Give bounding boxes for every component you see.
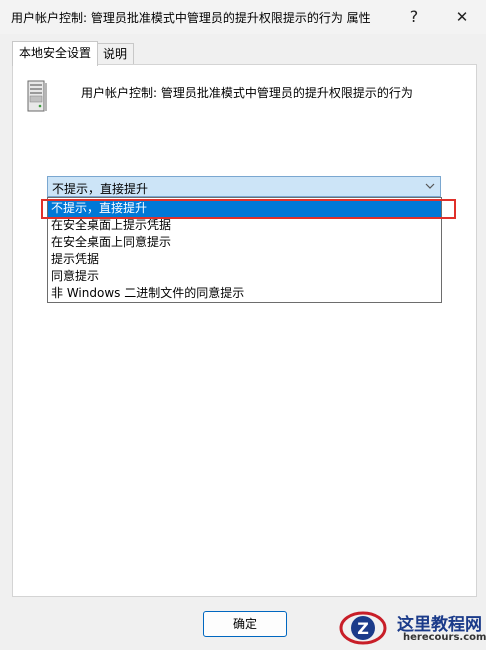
tab-explain[interactable]: 说明 <box>96 43 135 64</box>
policy-title: 用户帐户控制: 管理员批准模式中管理员的提升权限提示的行为 <box>81 86 413 100</box>
option-consent-non-windows[interactable]: 非 Windows 二进制文件的同意提示 <box>48 285 441 302</box>
close-icon: ✕ <box>455 8 469 26</box>
help-icon: ? <box>409 7 419 26</box>
option-prompt-credentials[interactable]: 提示凭据 <box>48 251 441 268</box>
option-prompt-credentials-secure[interactable]: 在安全桌面上提示凭据 <box>48 217 441 234</box>
watermark-logo-icon: Z <box>339 611 387 645</box>
select-value: 不提示，直接提升 <box>52 182 149 196</box>
tab-panel <box>12 64 477 597</box>
title-bar: 用户帐户控制: 管理员批准模式中管理员的提升权限提示的行为 属性 ? ✕ <box>0 0 486 34</box>
window-title: 用户帐户控制: 管理员批准模式中管理员的提升权限提示的行为 属性 <box>11 11 371 25</box>
svg-text:Z: Z <box>357 619 369 638</box>
chevron-down-icon <box>425 183 435 189</box>
tab-local-security-setting[interactable]: 本地安全设置 <box>12 41 99 66</box>
option-prompt-consent-secure[interactable]: 在安全桌面上同意提示 <box>48 234 441 251</box>
behavior-select[interactable]: 不提示，直接提升 <box>47 176 441 197</box>
server-computer-icon <box>27 80 47 112</box>
dropdown-list: 不提示，直接提升 在安全桌面上提示凭据 在安全桌面上同意提示 提示凭据 同意提示… <box>47 197 442 303</box>
ok-button[interactable]: 确定 <box>203 611 287 637</box>
option-prompt-consent[interactable]: 同意提示 <box>48 268 441 285</box>
close-button[interactable]: ✕ <box>439 0 485 34</box>
help-button[interactable]: ? <box>391 0 437 34</box>
watermark-url: herecours.com <box>403 632 486 643</box>
option-no-prompt-elevate[interactable]: 不提示，直接提升 <box>48 200 441 217</box>
